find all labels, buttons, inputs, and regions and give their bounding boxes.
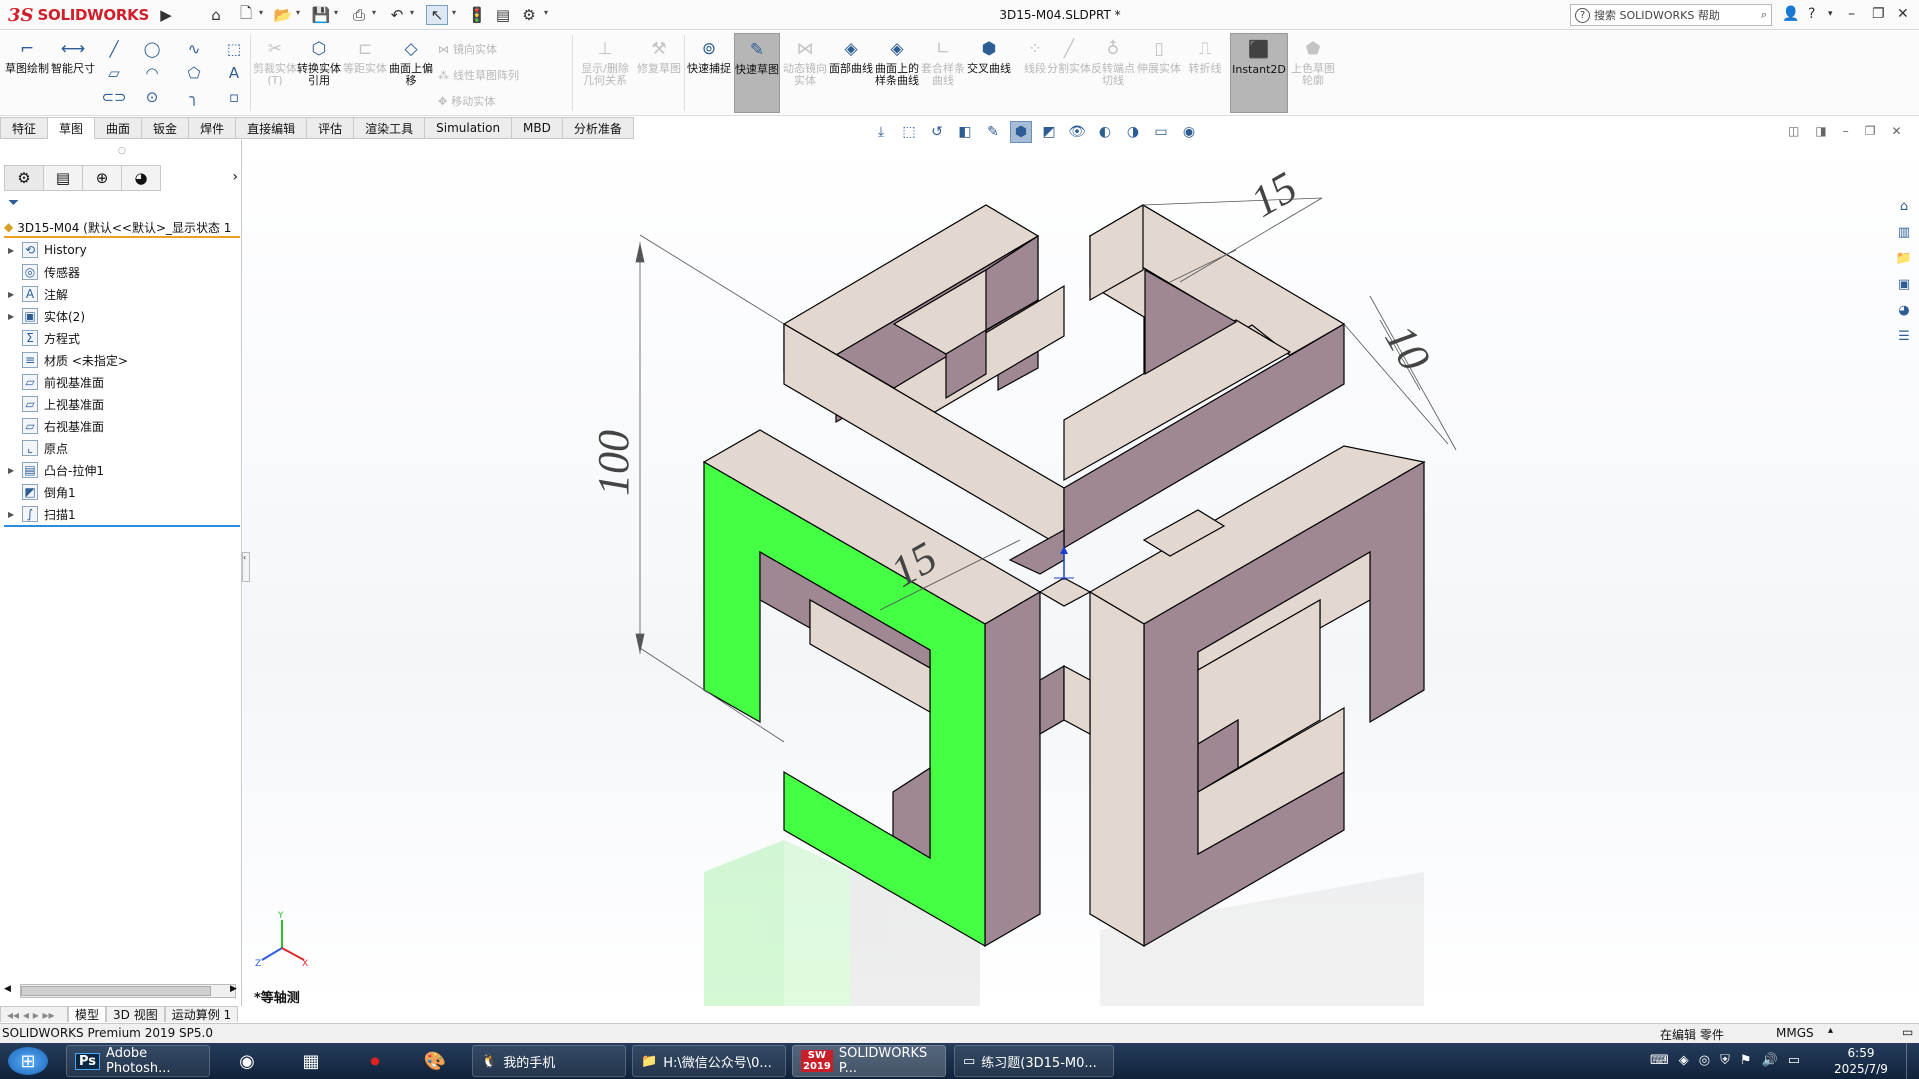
tree-item-solid-bodies[interactable]: ▶ ▣ 实体(2) xyxy=(8,306,85,326)
plane-icon: ▱ xyxy=(22,418,38,434)
photoshop-icon: Ps xyxy=(75,1052,101,1070)
property-manager-tab-icon[interactable]: ▤ xyxy=(43,165,83,191)
panel-splitter-icon[interactable]: ○ xyxy=(118,146,126,156)
security-icon[interactable]: ⛨ xyxy=(1720,1053,1730,1068)
origin-icon: ⌞ xyxy=(22,440,38,456)
tree-item-material[interactable]: ≡ 材质 <未指定> xyxy=(8,350,128,370)
floor-reflection xyxy=(704,840,1424,1006)
sensor-icon: ◎ xyxy=(22,264,38,280)
chamfer-icon: ◩ xyxy=(22,484,38,500)
annotation-icon: A xyxy=(22,286,38,302)
rollback-bar[interactable] xyxy=(4,525,240,527)
qq-icon: 🐧 xyxy=(481,1053,498,1069)
tab-motion-study[interactable]: 运动算例 1 xyxy=(164,1006,239,1022)
windows-taskbar: ⊞ Ps Adobe Photosh... ◉ ▦ ⏺ 🎨 🐧 我的手机 📁 H:\微… xyxy=(0,1043,1919,1079)
expand-arrow-icon[interactable]: ▶ xyxy=(8,466,16,475)
expand-arrow-icon[interactable]: ▶ xyxy=(8,290,16,299)
tree-item-origin[interactable]: ⌞ 原点 xyxy=(8,438,68,458)
tree-item-annotations[interactable]: ▶ A 注解 xyxy=(8,284,68,304)
sweep-icon: ∫ xyxy=(22,506,38,522)
store-app-icon[interactable]: ▦ xyxy=(296,1047,326,1075)
system-tray: ⌨ ◈ ◎ ⛨ ⚑ 🔊 ▭ xyxy=(1650,1053,1800,1068)
tree-item-sensors[interactable]: ◎ 传感器 xyxy=(8,262,80,282)
model-view: 15 10 100 15 Y Z X xyxy=(255,162,1457,1006)
expand-arrow-icon[interactable]: ▶ xyxy=(8,246,16,255)
filter-icon[interactable]: ⏷ xyxy=(8,195,19,211)
manager-tabs: ⚙ ▤ ⊕ ◕ › xyxy=(4,165,238,191)
horizontal-scrollbar[interactable] xyxy=(20,984,236,998)
keyboard-icon[interactable]: ⌨ xyxy=(1650,1053,1669,1068)
scroll-left-icon[interactable]: ◀ xyxy=(4,984,11,994)
flag-icon[interactable]: ⚑ xyxy=(1740,1053,1752,1068)
recorder-app-icon[interactable]: ⏺ xyxy=(360,1047,390,1075)
dimension-15-top[interactable]: 15 xyxy=(1243,162,1306,226)
solidworks-app-icon: SW 2019 xyxy=(801,1050,833,1072)
taskbar-exercise-window[interactable]: ▭ 练习题(3D15-M0... xyxy=(954,1045,1114,1077)
svg-text:Z: Z xyxy=(255,959,261,969)
right-frame xyxy=(1088,445,1426,948)
dimension-10[interactable]: 10 xyxy=(1375,317,1439,380)
tree-item-history[interactable]: ▶ ⟲ History xyxy=(8,240,87,260)
plane-icon: ▱ xyxy=(22,396,38,412)
clock-date: 2025/7/9 xyxy=(1834,1062,1888,1076)
model-tabs: ◂◂ ◂ ▸ ▸▸ 模型 3D 视图 运动算例 1 xyxy=(0,1006,400,1022)
svg-text:Y: Y xyxy=(277,911,284,921)
tab-navigation-arrows[interactable]: ◂◂ ◂ ▸ ▸▸ xyxy=(0,1006,68,1022)
paint-app-icon[interactable]: 🎨 xyxy=(420,1047,450,1075)
panel-collapse-handle[interactable]: ‹ xyxy=(242,552,250,582)
tree-root-part[interactable]: ◆ 3D15-M04 (默认<<默认>_显示状态 1 xyxy=(4,218,240,238)
taskbar-photoshop[interactable]: Ps Adobe Photosh... xyxy=(66,1045,210,1077)
status-product: SOLIDWORKS Premium 2019 SP5.0 xyxy=(2,1026,213,1040)
tree-item-top-plane[interactable]: ▱ 上视基准面 xyxy=(8,394,104,414)
tree-item-sweep[interactable]: ▶ ∫ 扫描1 xyxy=(8,504,76,524)
plane-icon: ▱ xyxy=(22,374,38,390)
taskbar-qq-phone[interactable]: 🐧 我的手机 xyxy=(472,1045,626,1077)
equations-icon: Σ xyxy=(22,330,38,346)
solid-bodies-icon: ▣ xyxy=(22,308,38,324)
tab-3d-views[interactable]: 3D 视图 xyxy=(106,1006,165,1022)
part-icon: ◆ xyxy=(4,220,14,234)
clock-time: 6:59 xyxy=(1847,1046,1875,1060)
display-manager-tab-icon[interactable]: ◕ xyxy=(121,165,161,191)
start-button-icon[interactable]: ⊞ xyxy=(8,1047,48,1075)
display-icon[interactable]: ▭ xyxy=(1788,1053,1800,1068)
tree-item-front-plane[interactable]: ▱ 前视基准面 xyxy=(8,372,104,392)
window-icon: ▭ xyxy=(963,1053,976,1069)
tree-item-right-plane[interactable]: ▱ 右视基准面 xyxy=(8,416,104,436)
clock[interactable]: 6:59 2025/7/9 xyxy=(1826,1045,1896,1077)
history-icon: ⟲ xyxy=(22,242,38,258)
axis-triad: Y Z X xyxy=(255,911,308,969)
material-icon: ≡ xyxy=(22,352,38,368)
scroll-right-icon[interactable]: ▶ xyxy=(230,984,237,994)
view-orientation-label: *等轴测 xyxy=(254,991,300,1006)
expand-arrow-icon[interactable]: ▶ xyxy=(8,510,16,519)
svg-text:X: X xyxy=(302,959,308,969)
tree-item-equations[interactable]: Σ 方程式 xyxy=(8,328,80,348)
show-desktop-button[interactable] xyxy=(1906,1043,1919,1079)
taskbar-explorer[interactable]: 📁 H:\微信公众号\0... xyxy=(632,1045,786,1077)
scrollbar-thumb[interactable] xyxy=(21,986,211,996)
tray-app-icon[interactable]: ◈ xyxy=(1679,1053,1689,1068)
status-editing: 在编辑 零件 xyxy=(1660,1028,1724,1042)
extrude-icon: ▤ xyxy=(22,462,38,478)
network-icon[interactable]: ◎ xyxy=(1699,1053,1710,1068)
units-dropdown-icon[interactable]: ▴ xyxy=(1828,1025,1833,1036)
expand-tabs-icon[interactable]: › xyxy=(232,165,238,191)
camera-app-icon[interactable]: ◉ xyxy=(232,1047,262,1075)
folder-icon: 📁 xyxy=(641,1053,658,1069)
tree-item-chamfer[interactable]: ◩ 倒角1 xyxy=(8,482,76,502)
chat-icon[interactable]: ▭ xyxy=(1902,1025,1913,1039)
expand-arrow-icon[interactable]: ▶ xyxy=(8,312,16,321)
feature-manager-tab-icon[interactable]: ⚙ xyxy=(4,165,44,191)
dimension-100[interactable]: 100 xyxy=(589,430,638,496)
configuration-manager-tab-icon[interactable]: ⊕ xyxy=(82,165,122,191)
tree-item-boss-extrude[interactable]: ▶ ▤ 凸台-拉伸1 xyxy=(8,460,104,480)
volume-icon[interactable]: 🔊 xyxy=(1762,1053,1778,1068)
status-units[interactable]: MMGS xyxy=(1776,1026,1814,1040)
tab-model[interactable]: 模型 xyxy=(68,1006,107,1022)
status-bar: SOLIDWORKS Premium 2019 SP5.0 在编辑 零件 MMG… xyxy=(0,1023,1919,1043)
taskbar-solidworks[interactable]: SW 2019 SOLIDWORKS P... xyxy=(792,1045,946,1077)
